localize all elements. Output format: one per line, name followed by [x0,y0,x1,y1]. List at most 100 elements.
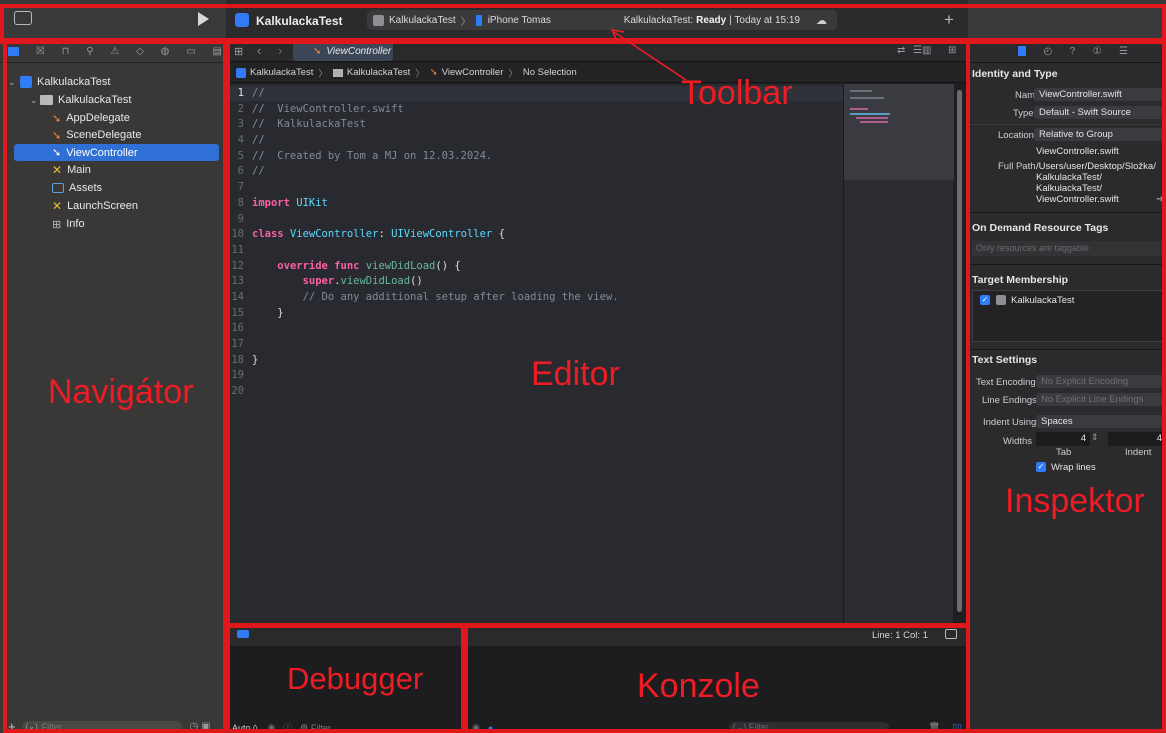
code-text[interactable]: import UIKit [252,197,328,209]
add-file-icon[interactable]: + [8,719,16,733]
wrap-lines-label: Wrap lines [1051,461,1096,473]
status-state: Ready [696,14,727,26]
indent-select[interactable]: Spaces [1036,415,1166,428]
back-icon[interactable]: ‹ [257,43,261,58]
code-line: 16 [231,322,244,335]
find-icon[interactable]: ⚲ [86,46,93,57]
nav-root-item[interactable]: ⌄ KalkulackaTest [8,74,110,90]
add-icon[interactable]: + [944,10,954,30]
trash-icon[interactable]: 🗑 [929,722,940,733]
debug-area-toggle-icon[interactable] [945,629,957,639]
chevron-right-icon: 〉 [318,68,328,80]
scheme-name[interactable]: KalkulackaTest [389,15,456,26]
endings-select[interactable]: No Explicit Line Endings [1036,393,1166,406]
report-icon[interactable]: ▤ [212,46,221,57]
variables-filter[interactable]: Filter [311,723,331,733]
history-icon[interactable]: ◴ [1043,46,1052,57]
tab-width-field[interactable]: 4 [1036,432,1090,446]
xcode-window: KalkulackaTest KalkulackaTest 〉 iPhone T… [0,0,1166,733]
console-filter[interactable]: (⌄) Filter [728,722,889,733]
split-view-icon[interactable]: ▯▯ [952,722,962,733]
project-icon [236,67,246,78]
recent-filter-icon[interactable]: ◷ ▣ [190,721,211,732]
type-select[interactable]: Default - Swift Source [1034,106,1166,119]
nav-file-viewcontroller[interactable]: ➘ ViewController [14,144,219,161]
assets-icon [52,183,64,193]
breadcrumb-project[interactable]: KalkulackaTest [250,67,313,78]
inspector-tab-bar: ◴ ? ① ☰ [1018,44,1128,58]
encoding-select[interactable]: No Explicit Encoding [1036,375,1166,388]
nav-file-main[interactable]: ✕ Main [52,162,91,178]
filter-input[interactable]: Filter [42,722,62,732]
nav-group-item[interactable]: ⌄ KalkulackaTest [30,92,131,108]
editor-scrollbar[interactable] [957,90,962,612]
code-line: 3// KalkulackaTest [237,118,366,131]
folder-icon[interactable] [8,46,19,56]
location-select[interactable]: Relative to Group [1034,128,1166,141]
sidebar-toggle-icon[interactable] [14,11,32,25]
minimap[interactable] [843,84,954,624]
nav-file-appdelegate[interactable]: ➘ AppDelegate [52,110,130,126]
encoding-label: Text Encoding [976,377,1036,388]
nav-file-label: LaunchScreen [67,200,139,212]
name-field[interactable]: ViewController.swift [1034,88,1166,101]
eye-icon[interactable]: ◉ [472,722,480,733]
code-text[interactable]: super.viewDidLoad() [252,275,423,287]
navigator-filter[interactable]: (⌄) Filter [21,720,182,733]
nav-file-label: Info [66,218,85,230]
reveal-in-finder-icon[interactable]: ➜ [1156,194,1164,205]
filter-icon: ⊜ [300,722,308,732]
indent-label: Indent Using [983,417,1037,428]
nav-file-launchscreen[interactable]: ✕ LaunchScreen [52,198,138,214]
identity-icon[interactable]: ① [1093,46,1102,57]
destination-name[interactable]: iPhone Tomas [488,15,551,26]
wrap-lines-option[interactable]: ✓ Wrap lines [1036,461,1096,473]
breadcrumb-selection[interactable]: No Selection [523,67,577,78]
fullpath-label: Full Path [998,161,1036,172]
debug-toggle-icon[interactable] [237,630,249,638]
code-line: 13 super.viewDidLoad() [231,275,423,288]
tab-stepper[interactable]: ⇕ [1091,432,1099,443]
file-inspector-icon[interactable] [1018,46,1026,56]
attributes-icon[interactable]: ☰ [1119,46,1128,57]
widths-label: Widths [1003,436,1033,447]
breadcrumb-group[interactable]: KalkulackaTest [347,67,410,78]
tab-label: ViewController [326,46,392,57]
checkbox-checked[interactable]: ✓ [1036,462,1046,472]
breakpoint-icon[interactable]: ▭ [186,46,195,57]
info-icon[interactable]: ⓘ [283,721,292,733]
filter-icon: (⌄) [25,722,38,731]
add-editor-icon[interactable]: ⊞ [948,45,956,56]
forward-icon[interactable]: › [278,43,282,58]
auto-selector[interactable]: Auto ◊ [232,723,257,733]
breadcrumb-file[interactable]: ViewController [442,67,504,78]
eye-icon[interactable]: ◉ [267,722,275,733]
editor-options-icon[interactable]: ☰▥ [913,45,931,56]
nav-file-label: Assets [69,182,103,194]
indent-width-field[interactable]: 4 [1108,432,1166,446]
ondemand-tags-field[interactable]: Only resources are taggable [972,241,1166,256]
project-icon [235,13,249,27]
code-text[interactable]: class ViewController: UIViewController { [252,228,505,240]
help-icon[interactable]: ? [1070,46,1076,57]
bookmark-icon[interactable]: ⊓ [62,46,70,57]
app-icon [996,295,1006,305]
code-text[interactable]: override func viewDidLoad() { [252,260,460,272]
nav-file-info[interactable]: ⊞ Info [52,216,85,232]
nav-file-assets[interactable]: Assets [52,180,102,196]
test-icon[interactable]: ◇ [136,46,144,57]
fullpath-line-2: KalkulackaTest/ [1036,172,1103,183]
run-icon[interactable] [198,12,209,26]
debug-icon[interactable]: ◍ [161,46,170,57]
checkbox-checked[interactable]: ✓ [980,295,990,305]
navigator-tab-bar: ☒ ⊓ ⚲ ⚠ ◇ ◍ ▭ ▤ [8,44,222,58]
related-items-icon[interactable]: ⇄ [897,45,905,56]
tab-viewcontroller[interactable]: ➘ ViewController [293,42,393,61]
issue-icon[interactable]: ⚠ [110,46,119,57]
grid-icon[interactable]: ⊞ [234,45,243,58]
target-item[interactable]: ✓ KalkulackaTest [980,294,1074,306]
nav-file-scenedelegate[interactable]: ➘ SceneDelegate [52,127,141,143]
source-control-icon[interactable]: ☒ [36,46,45,57]
person-icon[interactable]: ● [488,723,493,733]
code-lines[interactable]: 1// 2// ViewController.swift 3// Kalkula… [226,86,843,400]
